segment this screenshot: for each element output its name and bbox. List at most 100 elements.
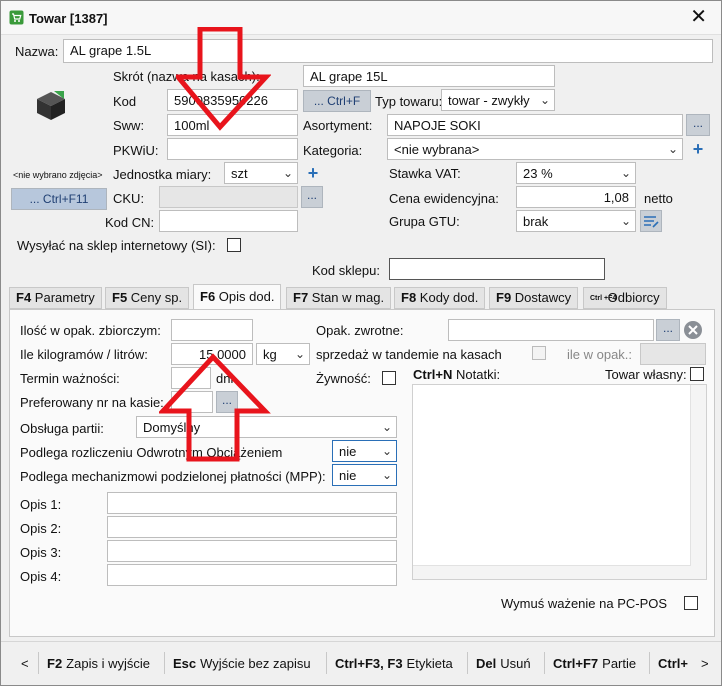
returnable-more-button[interactable]: ... xyxy=(656,319,680,341)
notes-hscrollbar[interactable] xyxy=(413,565,691,579)
cku-more-button[interactable]: ... xyxy=(301,186,323,208)
opis3-field[interactable] xyxy=(107,540,397,562)
weigh-checkbox[interactable] xyxy=(684,596,698,610)
tab-stan[interactable]: F7 Stan w mag. xyxy=(286,287,392,309)
tab-parametry[interactable]: F4 Parametry xyxy=(9,287,102,309)
weigh-label: Wymuś ważenie na PC-POS xyxy=(501,596,668,611)
add-unit-icon[interactable]: + xyxy=(303,164,323,184)
batches-button[interactable]: Ctrl+F7 Partie xyxy=(553,656,636,671)
tab-dostawcy[interactable]: F9 Dostawcy xyxy=(489,287,579,309)
reverse-charge-label: Podlega rozliczeniu Odwrotnym Obciążenie… xyxy=(20,445,283,460)
shortcut-label: Usuń xyxy=(500,656,531,671)
shortcut-key: Del xyxy=(476,656,497,671)
bulk-qty-label: Ilość w opak. zbiorczym: xyxy=(20,323,161,338)
divider xyxy=(326,652,327,674)
close-icon[interactable]: ✕ xyxy=(690,7,707,27)
type-value: towar - zwykły xyxy=(448,93,530,108)
type-label: Typ towaru: xyxy=(375,94,443,109)
sww-field[interactable]: 100ml xyxy=(167,114,298,136)
chevron-down-icon: ⌄ xyxy=(667,142,678,156)
kg-unit-select[interactable]: kg ⌄ xyxy=(256,343,310,365)
name-field[interactable]: AL grape 1.5L xyxy=(63,39,713,63)
tab-kody[interactable]: F8 Kody dod. xyxy=(394,287,486,309)
opis1-field[interactable] xyxy=(107,492,397,514)
code-field[interactable]: 5900835950226 xyxy=(167,89,298,111)
more-shortcut-button[interactable]: Ctrl+ xyxy=(658,656,692,671)
pos-nr-field[interactable] xyxy=(171,391,213,413)
per-pack-field xyxy=(640,343,706,365)
shortcut-key: Ctrl+ xyxy=(658,656,688,671)
short-name-field[interactable]: AL grape 15L xyxy=(303,65,555,87)
exit-no-save-button[interactable]: Esc Wyjście bez zapisu xyxy=(173,656,311,671)
product-box-icon xyxy=(37,91,65,120)
mpp-label: Podlega mechanizmowi podzielonej płatnoś… xyxy=(20,469,326,484)
price-field[interactable]: 1,08 xyxy=(516,186,636,208)
tab-key: F8 xyxy=(401,290,417,305)
unit-select[interactable]: szt ⌄ xyxy=(224,162,298,184)
returnable-field[interactable] xyxy=(448,319,654,341)
shortcut-key: Ctrl+F7 xyxy=(553,656,599,671)
save-exit-button[interactable]: F2 Zapis i wyjście xyxy=(47,656,150,671)
add-category-icon[interactable]: + xyxy=(688,140,708,160)
category-label: Kategoria: xyxy=(303,143,363,158)
code-label: Kod xyxy=(113,94,137,109)
cn-field[interactable] xyxy=(159,210,298,232)
shop-code-field[interactable] xyxy=(389,258,605,280)
opis2-field[interactable] xyxy=(107,516,397,538)
pos-nr-label: Preferowany nr na kasie: xyxy=(20,395,164,410)
chevron-down-icon: ⌄ xyxy=(381,444,392,458)
pos-nr-more-button[interactable]: ... xyxy=(216,391,238,413)
own-product-label: Towar własny: xyxy=(605,367,687,382)
statusbar-prev-icon[interactable]: < xyxy=(21,656,29,671)
shortcut-label: Etykieta xyxy=(406,656,453,671)
tab-label: Ceny sp. xyxy=(130,290,183,305)
notes-textarea[interactable] xyxy=(412,384,707,580)
tab-label: Dostawcy xyxy=(514,290,572,305)
partia-select[interactable]: Domyślny ⌄ xyxy=(136,416,397,438)
category-select[interactable]: <nie wybrana> ⌄ xyxy=(387,138,683,160)
cku-field xyxy=(159,186,298,208)
ctrl-f-button[interactable]: ... Ctrl+F xyxy=(303,90,371,112)
list-edit-icon[interactable] xyxy=(640,210,662,232)
shortcut-label: Partie xyxy=(602,656,637,671)
assortment-field[interactable]: NAPOJE SOKI xyxy=(387,114,683,136)
own-product-checkbox[interactable] xyxy=(690,367,704,381)
type-select[interactable]: towar - zwykły ⌄ xyxy=(441,89,555,111)
tab-ceny[interactable]: F5 Ceny sp. xyxy=(105,287,190,309)
chevron-down-icon: ⌄ xyxy=(620,166,631,180)
expiry-field[interactable] xyxy=(171,367,211,389)
food-checkbox[interactable] xyxy=(382,371,396,385)
chevron-down-icon: ⌄ xyxy=(294,347,305,361)
bulk-qty-field[interactable] xyxy=(171,319,253,341)
expiry-unit: dni xyxy=(216,371,234,386)
notes-scrollbar[interactable] xyxy=(690,385,706,579)
shortcut-label: Zapis i wyjście xyxy=(66,656,150,671)
tab-opis-dod[interactable]: F6 Opis dod. xyxy=(193,284,282,310)
label-print-button[interactable]: Ctrl+F3, F3 Etykieta xyxy=(335,656,453,671)
reverse-charge-select[interactable]: nie ⌄ xyxy=(332,440,397,462)
chevron-down-icon: ⌄ xyxy=(381,420,392,434)
delete-button[interactable]: Del Usuń xyxy=(476,656,531,671)
kg-field[interactable]: 15,0000 xyxy=(171,343,253,365)
pkwiu-field[interactable] xyxy=(167,138,298,160)
photo-button[interactable]: ... Ctrl+F11 xyxy=(11,188,107,210)
clear-icon[interactable] xyxy=(683,320,703,340)
divider xyxy=(467,652,468,674)
vat-select[interactable]: 23 % ⌄ xyxy=(516,162,636,184)
cart-icon xyxy=(9,10,24,25)
shortcut-label: Wyjście bez zapisu xyxy=(200,656,311,671)
vat-label: Stawka VAT: xyxy=(389,166,461,181)
reverse-charge-value: nie xyxy=(339,444,357,459)
status-bar: < F2 Zapis i wyjście Esc Wyjście bez zapis… xyxy=(1,641,721,685)
tab-odbiorcy[interactable]: Ctrl +F4 Odbiorcy xyxy=(583,287,667,309)
opis4-field[interactable] xyxy=(107,564,397,586)
assortment-more-button[interactable]: ... xyxy=(686,114,710,136)
gtu-select[interactable]: brak ⌄ xyxy=(516,210,636,232)
divider xyxy=(544,652,545,674)
food-label: Żywność: xyxy=(316,371,371,386)
mpp-select[interactable]: nie ⌄ xyxy=(332,464,397,486)
send-shop-checkbox[interactable] xyxy=(227,238,241,252)
statusbar-next-icon[interactable]: > xyxy=(701,656,709,671)
tab-label: Kody dod. xyxy=(419,290,479,305)
tab-key: Ctrl +F4 xyxy=(590,294,617,302)
